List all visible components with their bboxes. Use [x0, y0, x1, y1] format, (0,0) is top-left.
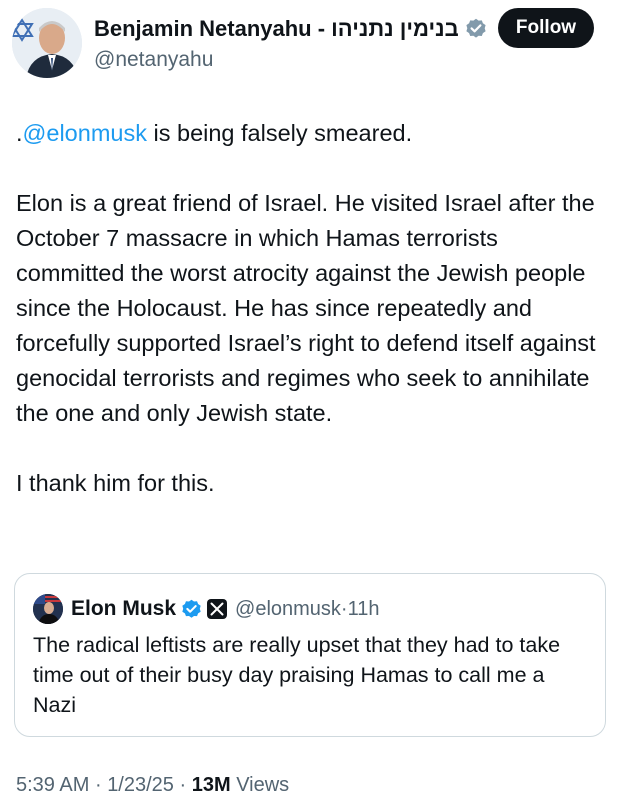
meta-separator: ·: [94, 774, 102, 796]
quoted-author-avatar[interactable]: [33, 594, 63, 624]
tweet-line-1: .@elonmusk is being falsely smeared.: [16, 116, 606, 151]
x-affiliation-icon: [207, 599, 228, 619]
quoted-tweet-header: Elon Musk @elonmusk·11h: [33, 594, 379, 624]
quoted-author-name[interactable]: Elon Musk: [71, 597, 176, 621]
tweet-paragraph-3: I thank him for this.: [16, 470, 215, 496]
tweet-paragraph-2: Elon is a great friend of Israel. He vis…: [16, 190, 596, 426]
verified-badge-icon: [465, 18, 487, 40]
quoted-tweet-text: The radical leftists are really upset th…: [33, 633, 561, 717]
tweet-text: .@elonmusk is being falsely smeared. Elo…: [16, 116, 606, 501]
follow-button[interactable]: Follow: [498, 8, 594, 48]
tweet-header: Benjamin Netanyahu - בנימין נתניהו @neta…: [12, 8, 608, 78]
author-handle[interactable]: @netanyahu: [94, 48, 213, 72]
tweet-meta: 5:39 AM · 1/23/25 · 13M Views: [16, 774, 289, 797]
author-name-line[interactable]: Benjamin Netanyahu - בנימין נתניהו: [94, 16, 487, 42]
tweet-line1-rest: is being falsely smeared.: [146, 120, 413, 146]
views-label: Views: [236, 774, 290, 796]
tweet-date[interactable]: 1/23/25: [107, 774, 174, 796]
tweet-time[interactable]: 5:39 AM: [16, 774, 89, 796]
author-avatar[interactable]: [12, 8, 82, 78]
quoted-tweet[interactable]: Elon Musk @elonmusk·11h The radical left…: [14, 573, 606, 737]
author-name[interactable]: Benjamin Netanyahu - בנימין נתניהו: [94, 16, 459, 42]
views-count: 13M: [191, 774, 231, 796]
quoted-time: 11h: [347, 597, 380, 620]
quoted-author-handle[interactable]: @elonmusk·11h: [235, 598, 379, 621]
meta-separator: ·: [179, 774, 187, 796]
quoted-separator: ·: [340, 597, 348, 620]
mention-link[interactable]: @elonmusk: [23, 120, 147, 146]
quoted-verified-badge-icon: [181, 599, 202, 620]
